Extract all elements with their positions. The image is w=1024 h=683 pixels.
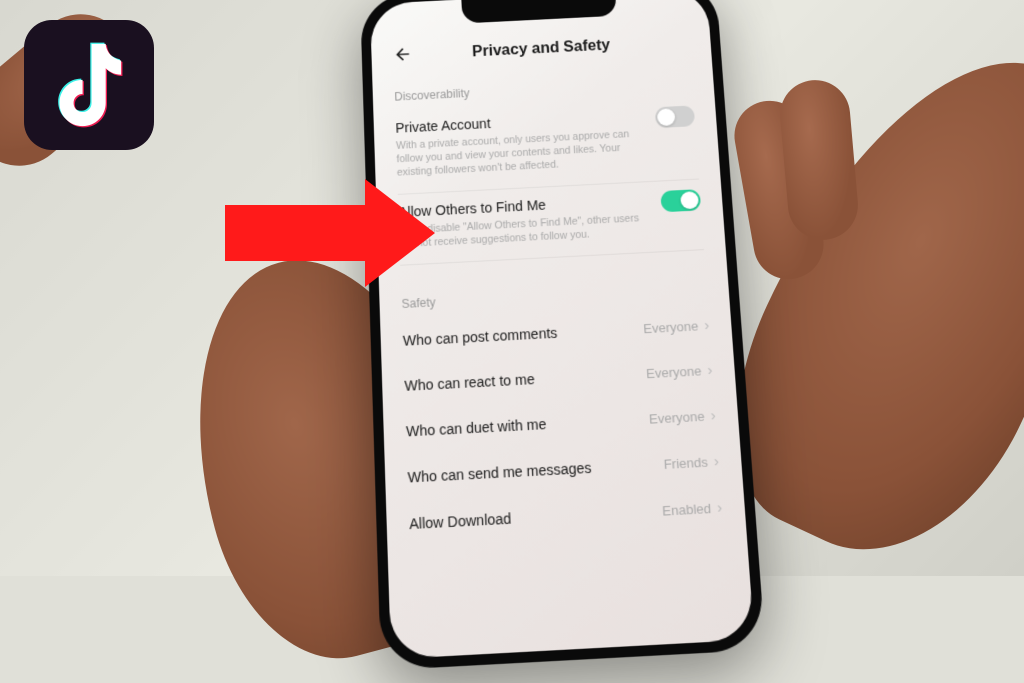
nav-header: Privacy and Safety xyxy=(392,21,690,77)
private-account-toggle[interactable] xyxy=(655,105,695,128)
phone-screen: Privacy and Safety Discoverability Priva… xyxy=(370,0,755,659)
nav-row-label: Allow Download xyxy=(409,511,512,533)
tiktok-note-icon xyxy=(49,40,129,130)
nav-row-label: Who can duet with me xyxy=(406,416,547,440)
chevron-right-icon: › xyxy=(713,453,719,471)
nav-row-label: Who can post comments xyxy=(403,325,558,349)
private-account-row: Private Account With a private account, … xyxy=(395,96,699,194)
nav-row-value: Everyone › xyxy=(649,407,717,428)
toggle-knob xyxy=(680,191,699,209)
phone-frame: Privacy and Safety Discoverability Priva… xyxy=(360,0,766,670)
chevron-right-icon: › xyxy=(707,362,713,379)
nav-row-value: Friends › xyxy=(663,453,719,473)
chevron-right-icon: › xyxy=(710,407,716,424)
chevron-right-icon: › xyxy=(716,499,722,517)
arrow-left-icon xyxy=(393,45,413,65)
tiktok-logo-badge xyxy=(24,20,154,150)
nav-row-label: Who can send me messages xyxy=(407,460,592,486)
back-button[interactable] xyxy=(393,45,413,70)
page-title: Privacy and Safety xyxy=(472,37,611,61)
allow-find-me-toggle[interactable] xyxy=(660,189,701,212)
chevron-right-icon: › xyxy=(704,317,710,334)
nav-row-label: Who can react to me xyxy=(404,371,535,394)
red-pointer-arrow xyxy=(225,205,365,261)
nav-row-value: Everyone › xyxy=(646,362,713,383)
nav-row-value: Enabled › xyxy=(662,499,723,520)
nav-row-value: Everyone › xyxy=(643,317,710,337)
toggle-knob xyxy=(657,108,676,126)
private-account-desc: With a private account, only users you a… xyxy=(396,127,653,181)
